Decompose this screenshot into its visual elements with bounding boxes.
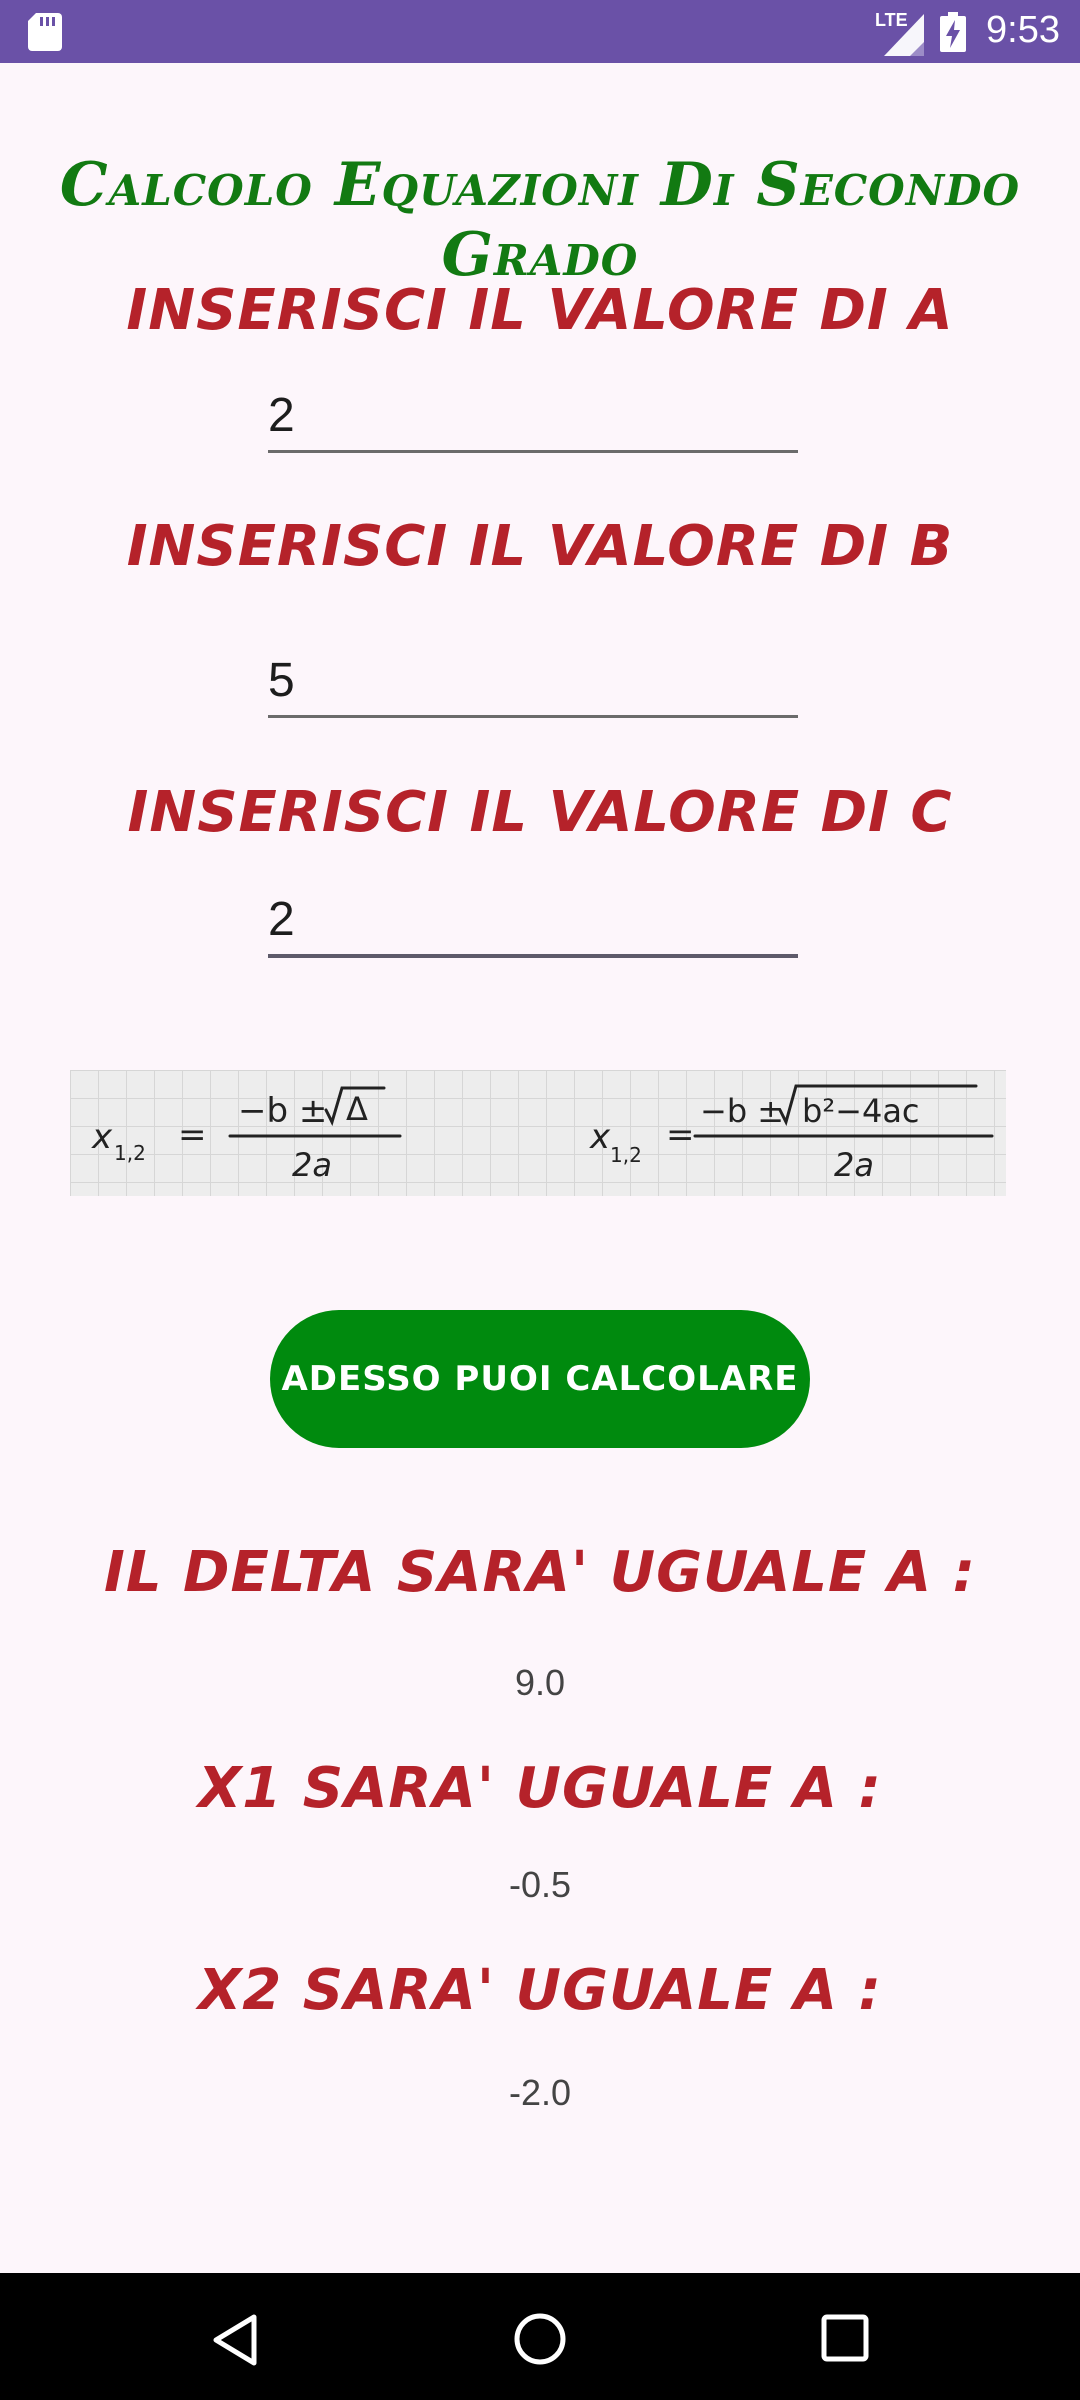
x2-label: X2 SARA' UGUALE A : bbox=[198, 1958, 882, 2023]
label-b: INSERISCI IL VALORE DI B bbox=[126, 514, 954, 579]
svg-text:2a: 2a bbox=[834, 1146, 874, 1184]
delta-value: 9.0 bbox=[514, 1662, 566, 1703]
clock: 9:53 bbox=[986, 9, 1060, 51]
battery-charging-icon bbox=[940, 12, 966, 52]
svg-text:−b ±: −b ± bbox=[238, 1091, 327, 1131]
input-c-field[interactable] bbox=[268, 884, 798, 958]
navigation-bar bbox=[0, 2273, 1080, 2400]
x1-value: -0.5 bbox=[508, 1864, 572, 1905]
svg-text:x: x bbox=[91, 1117, 113, 1157]
recents-icon[interactable] bbox=[820, 2313, 870, 2363]
svg-text:2a: 2a bbox=[292, 1146, 332, 1184]
x1-label: X1 SARA' UGUALE A : bbox=[198, 1756, 882, 1821]
x2-value: -2.0 bbox=[508, 2072, 572, 2113]
input-a-field[interactable] bbox=[268, 380, 798, 453]
delta-label: IL DELTA SARA' UGUALE A : bbox=[103, 1540, 977, 1605]
input-b[interactable] bbox=[268, 645, 798, 715]
svg-text:=: = bbox=[666, 1115, 695, 1155]
app-title: Calcolo Equazioni Di Secondo Grado bbox=[59, 150, 1021, 290]
input-b-field[interactable] bbox=[268, 645, 798, 718]
status-bar: LTE 9:53 bbox=[0, 0, 1080, 63]
label-c: INSERISCI IL VALORE DI C bbox=[127, 780, 953, 845]
svg-text:x: x bbox=[589, 1117, 611, 1157]
svg-text:1,2: 1,2 bbox=[114, 1141, 146, 1165]
input-a[interactable] bbox=[268, 380, 798, 450]
calculate-button[interactable]: ADESSO PUOI CALCOLARE bbox=[270, 1310, 810, 1448]
input-c[interactable] bbox=[268, 884, 798, 954]
svg-text:−b ±: −b ± bbox=[700, 1092, 784, 1130]
svg-text:b²−4ac: b²−4ac bbox=[802, 1092, 920, 1130]
home-icon[interactable] bbox=[512, 2311, 568, 2367]
sd-card-icon bbox=[28, 13, 62, 51]
svg-text:Δ: Δ bbox=[346, 1090, 368, 1128]
formula-image: x 1,2 = −b ± Δ 2a x 1,2 = −b ± b²−4ac 2a bbox=[70, 1070, 1006, 1196]
label-a: INSERISCI IL VALORE DI A bbox=[126, 278, 954, 343]
svg-text:1,2: 1,2 bbox=[610, 1143, 642, 1167]
back-icon[interactable] bbox=[210, 2313, 260, 2367]
svg-text:=: = bbox=[178, 1115, 207, 1155]
